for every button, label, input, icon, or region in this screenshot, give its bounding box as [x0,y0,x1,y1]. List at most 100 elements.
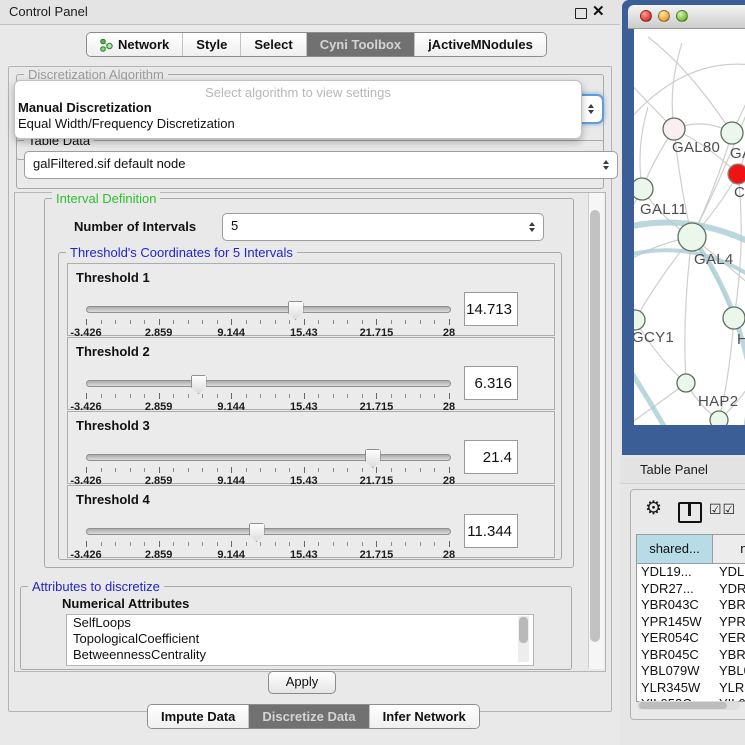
vertical-scrollbar-thumb[interactable] [590,210,600,642]
algorithm-placeholder-option[interactable]: Select algorithm to view settings [15,85,581,100]
network-edge [634,64,745,121]
network-icon [100,38,113,52]
table-row[interactable]: YLR345WYLR3 [637,680,745,697]
network-node[interactable] [634,310,645,330]
list-scrollbar-thumb[interactable] [519,617,528,643]
tab-jactivemnodules[interactable]: jActiveMNodules [414,33,546,56]
table-cell[interactable]: YLR3 [713,680,745,697]
apply-button[interactable]: Apply [268,671,336,694]
mac-close-icon[interactable] [640,10,652,22]
split-view-icon[interactable] [678,502,702,523]
close-icon[interactable]: ✕ [592,2,605,20]
table-cell[interactable]: YBR043C [637,597,713,614]
network-node[interactable] [663,118,685,140]
control-panel-titlebar [0,0,620,25]
tab-infer-network[interactable]: Infer Network [369,705,479,728]
network-canvas[interactable]: GAL80GACGAL11GAL4GCY1HHAP2 [634,29,745,425]
tab-style[interactable]: Style [182,33,240,56]
settings-gear-icon[interactable]: ⚙ [645,499,662,519]
table-row[interactable]: YBL079WYBL0 [637,663,745,680]
slider-thumb-icon[interactable] [288,301,304,320]
slider-thumb-icon[interactable] [249,523,265,542]
attribute-item[interactable]: BetweennessCentrality [67,647,533,663]
threshold-slider[interactable]: -3.4262.8599.14415.4321.71528 [86,374,449,412]
table-row[interactable]: YDR27...YDR2 [637,581,745,598]
threshold-1-panel: Threshold 1-3.4262.8599.14415.4321.71528… [67,263,555,336]
table-row[interactable]: YDL19...YDL1 [637,564,745,581]
mac-zoom-icon[interactable] [676,10,688,22]
table-cell[interactable]: YER0 [713,630,745,647]
threshold-slider[interactable]: -3.4262.8599.14415.4321.71528 [86,522,449,560]
tab-discretize-data[interactable]: Discretize Data [248,705,368,728]
table-data-combobox[interactable]: galFiltered.sif default node [24,151,618,179]
threshold-3-value-field[interactable]: 21.4 [464,440,518,474]
attribute-item[interactable]: TopologicalCoefficient [67,631,533,647]
table-cell[interactable]: YBR0 [713,647,745,664]
table-rows: YDL19...YDL1YDR27...YDR2YBR043CYBR0YPR14… [637,564,745,702]
algorithm-option-equal-width-frequency-discretization[interactable]: Equal Width/Frequency Discretization [15,116,581,132]
tab-label: Infer Network [383,709,466,724]
column-header-shared[interactable]: shared... [637,535,713,563]
table-row[interactable]: YPR145WYPR1 [637,614,745,631]
slider-track[interactable] [86,306,451,313]
network-node[interactable] [710,411,728,425]
table-cell[interactable]: YBL079W [637,663,713,680]
horizontal-scrollbar-thumb[interactable] [639,702,727,709]
node-label: GA [730,145,745,162]
table-cell[interactable]: YPR145W [637,614,713,631]
threshold-4-value-field[interactable]: 11.344 [464,514,518,548]
table-cell[interactable]: YBL0 [713,663,745,680]
mac-minimize-icon[interactable] [658,10,670,22]
table-row[interactable]: YER054CYER0 [637,630,745,647]
network-edges [634,29,745,425]
network-node[interactable] [723,307,745,329]
network-node[interactable] [677,374,695,392]
slider-thumb-icon[interactable] [365,449,381,468]
node-label: GAL4 [694,251,734,268]
slider-thumb-icon[interactable] [191,375,207,394]
slider-track[interactable] [86,454,451,461]
table-cell[interactable]: YDL1 [713,564,745,581]
table-cell[interactable]: YDR2 [713,581,745,598]
threshold-slider[interactable]: -3.4262.8599.14415.4321.71528 [86,448,449,486]
tab-network[interactable]: Network [87,33,182,56]
tab-label: Select [254,37,292,52]
table-cell[interactable]: YPR1 [713,614,745,631]
top-tab-bar: NetworkStyle Select Cyni Toolbox jActiveMNo… [86,32,547,57]
tab-impute-data[interactable]: Impute Data [148,705,248,728]
table-row[interactable]: YBR045CYBR0 [637,647,745,664]
table-cell[interactable]: YDR27... [637,581,713,598]
table-cell[interactable]: YLR345W [637,680,713,697]
network-node[interactable] [728,164,745,184]
tick-label: 2.859 [145,549,173,561]
number-of-intervals-combobox[interactable]: 5 [222,213,544,241]
table-panel-title: Table Panel [640,462,708,477]
float-window-icon[interactable] [575,8,587,19]
tab-select[interactable]: Select [240,33,305,56]
threshold-2-value-field[interactable]: 6.316 [464,366,518,400]
column-header-na[interactable]: na [713,535,745,563]
table-cell[interactable]: YDL19... [637,564,713,581]
table-cell[interactable]: YER054C [637,630,713,647]
attribute-item[interactable]: SelfLoops [67,615,533,631]
network-node[interactable] [678,223,706,251]
network-node[interactable] [634,178,653,200]
combo-arrows-icon [603,160,609,170]
node-label: H [737,331,745,348]
tab-label: Cyni Toolbox [320,37,401,52]
numerical-attributes-list: SelfLoopsTopologicalCoefficientBetweenne… [66,614,534,666]
threshold-1-value-field[interactable]: 14.713 [464,292,518,326]
slider-track[interactable] [86,528,451,535]
network-node[interactable] [721,122,743,144]
algorithm-option-manual-discretization[interactable]: Manual Discretization [15,100,581,116]
threshold-4-panel: Threshold 4-3.4262.8599.14415.4321.71528… [67,485,555,558]
slider-track[interactable] [86,380,451,387]
tab-cyni-toolbox[interactable]: Cyni Toolbox [306,33,414,56]
tick-label: 28 [443,549,455,561]
table-header-row: shared...na [637,535,745,564]
table-row[interactable]: YBR043CYBR0 [637,597,745,614]
table-cell[interactable]: YBR045C [637,647,713,664]
threshold-slider[interactable]: -3.4262.8599.14415.4321.71528 [86,300,449,338]
checkbox-icons[interactable]: ☑☑ [709,501,736,518]
table-cell[interactable]: YBR0 [713,597,745,614]
